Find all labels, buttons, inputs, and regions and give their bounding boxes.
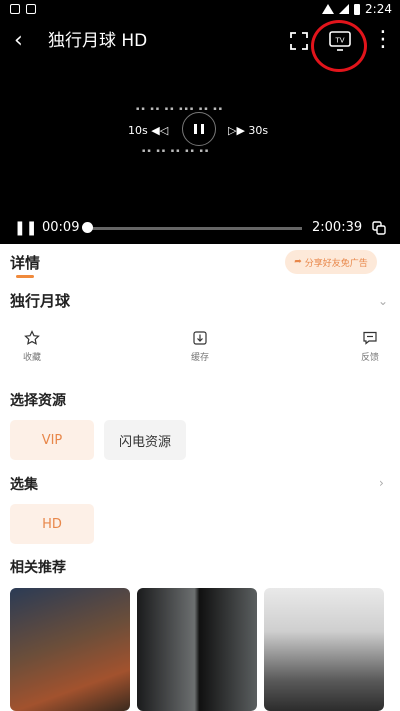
center-controls: ▪▪ ▪▪ ▪▪ ▪▪▪ ▪▪ ▪▪ 10s ◀◁ ▷▶ 30s ▪▪ ▪▪ ▪… [128, 106, 272, 162]
source-chip-vip[interactable]: VIP [10, 420, 94, 460]
player-bottom-bar: ❚❚ 00:09 2:00:39 [0, 218, 400, 240]
status-bar: 2:24 [0, 0, 400, 22]
notification-icon [10, 4, 20, 14]
skip-forward-button[interactable]: ▷▶ 30s [228, 124, 268, 137]
more-vertical-icon[interactable]: ⋮ [372, 26, 394, 54]
wifi-icon [322, 4, 335, 14]
episodes-chevron-icon[interactable]: › [379, 476, 384, 490]
progress-thumb[interactable] [82, 222, 93, 233]
tab-underline [16, 275, 34, 278]
download-icon [193, 331, 207, 345]
sources-heading: 选择资源 [10, 393, 66, 409]
feedback-label: 反馈 [360, 353, 379, 363]
pause-icon[interactable]: ❚❚ [14, 220, 37, 236]
play-pause-center-icon[interactable] [182, 112, 216, 146]
decorative-dots-bottom: ▪▪ ▪▪ ▪▪ ▪▪ ▪▪ [142, 148, 211, 154]
related-heading: 相关推荐 [10, 560, 66, 576]
favorite-button[interactable]: 收藏 [12, 330, 52, 363]
battery-icon [354, 3, 361, 15]
action-row: 收藏 缓存 反馈 [0, 330, 400, 370]
decorative-dots: ▪▪ ▪▪ ▪▪ ▪▪▪ ▪▪ ▪▪ [136, 106, 224, 112]
related-poster-1[interactable] [10, 588, 130, 711]
source-chip-lightning[interactable]: 闪电资源 [104, 420, 186, 460]
feedback-icon [363, 331, 377, 345]
skip-back-button[interactable]: 10s ◀◁ [128, 124, 168, 137]
share-label: 分享好友免广告 [304, 258, 368, 269]
back-arrow-icon[interactable]: ‹ [14, 28, 23, 54]
fullscreen-icon[interactable] [288, 30, 310, 52]
movie-title: 独行月球 [10, 292, 71, 310]
episode-chip-hd[interactable]: HD [10, 504, 94, 544]
star-icon [24, 330, 40, 345]
feedback-button[interactable]: 反馈 [350, 330, 390, 363]
status-time: 2:24 [365, 2, 392, 16]
video-title: 独行月球 HD [48, 31, 148, 51]
cache-button[interactable]: 缓存 [180, 330, 220, 363]
progress-track[interactable] [86, 227, 302, 230]
video-player[interactable]: 2:24 ‹ 独行月球 HD TV ⋮ ▪▪ ▪▪ ▪▪ ▪▪▪ ▪▪ ▪▪ 1… [0, 0, 400, 244]
favorite-label: 收藏 [22, 353, 41, 363]
image-notification-icon [26, 4, 36, 14]
tab-details[interactable]: 详情 [10, 252, 40, 273]
related-poster-2[interactable] [137, 588, 257, 711]
expand-chevron-icon[interactable]: ⌄ [378, 294, 388, 308]
episodes-heading: 选集 [10, 477, 38, 493]
current-time: 00:09 [42, 220, 80, 235]
share-icon: ➦ [294, 257, 302, 267]
related-poster-3[interactable] [264, 588, 384, 711]
duration: 2:00:39 [312, 220, 363, 235]
signal-icon [339, 4, 350, 14]
cache-label: 缓存 [190, 353, 209, 363]
detail-tab-bar: 详情 ➦ 分享好友免广告 [0, 246, 400, 278]
related-posters [10, 588, 400, 711]
share-button[interactable]: ➦ 分享好友免广告 [285, 250, 377, 274]
copy-icon[interactable] [372, 221, 386, 235]
tv-highlight-circle [311, 20, 367, 72]
